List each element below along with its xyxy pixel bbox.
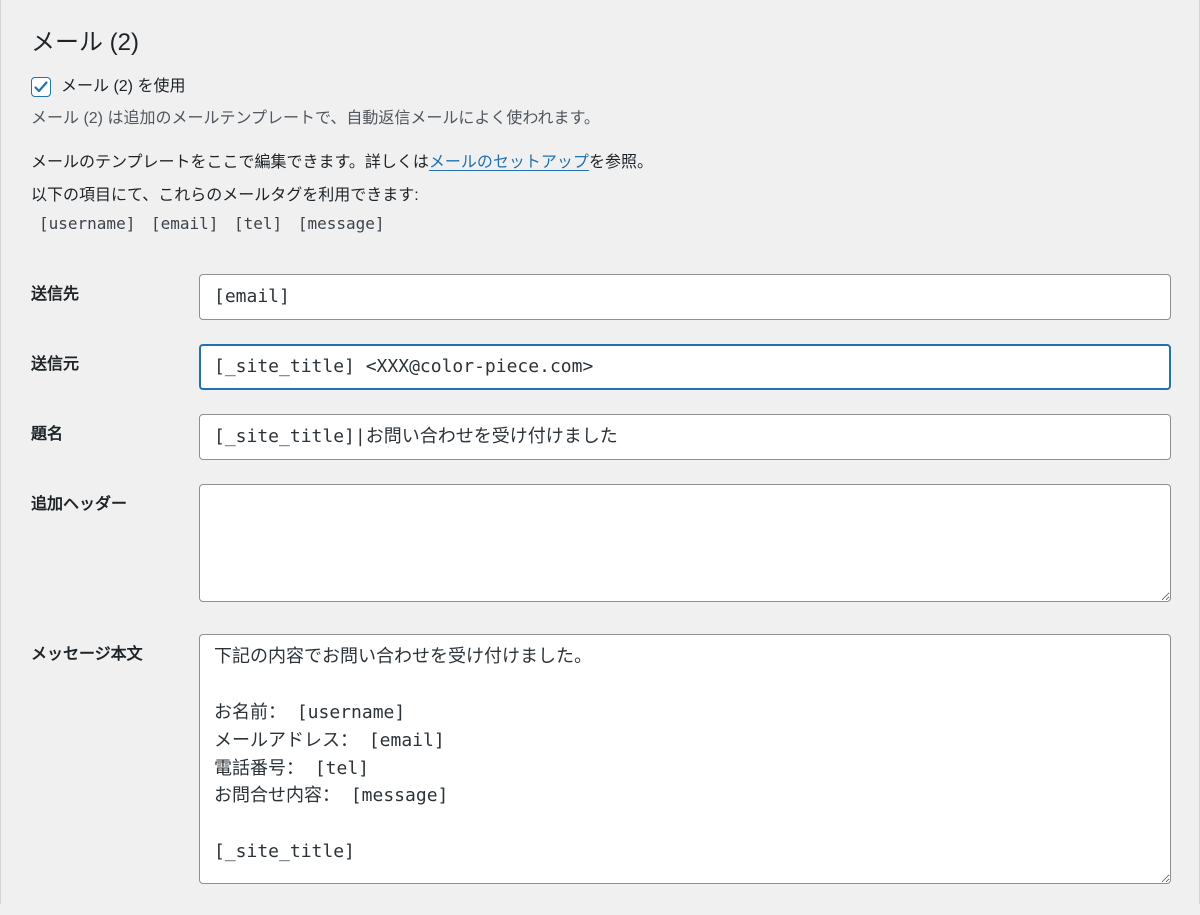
message-body-label: メッセージ本文 (31, 646, 143, 663)
section-title: メール (2) (19, 0, 1181, 70)
to-label: 送信先 (31, 286, 79, 303)
mail-setup-link[interactable]: メールのセットアップ (429, 154, 589, 171)
mail-2-panel: メール (2) メール (2) を使用 メール (2) は追加のメールテンプレー… (0, 0, 1200, 904)
use-mail-2-checkbox[interactable] (31, 77, 51, 97)
subject-input[interactable] (199, 414, 1171, 460)
mail-tags-list: [username] [email] [tel] [message] (19, 209, 1181, 245)
mail-2-description: メール (2) は追加のメールテンプレートで、自動返信メールによく使われます。 (19, 104, 1181, 134)
intro-after: を参照。 (589, 154, 653, 171)
message-body-textarea[interactable] (199, 634, 1171, 884)
mail-tags-note: 以下の項目にて、これらのメールタグを利用できます: (19, 177, 1181, 209)
from-label: 送信元 (31, 356, 79, 373)
additional-headers-label: 追加ヘッダー (31, 496, 127, 513)
intro-before: メールのテンプレートをここで編集できます。詳しくは (31, 154, 429, 171)
use-mail-2-label: メール (2) を使用 (61, 74, 185, 100)
to-input[interactable] (199, 274, 1171, 320)
use-mail-2-row: メール (2) を使用 (19, 70, 1181, 104)
additional-headers-textarea[interactable] (199, 484, 1171, 602)
mail-fields-table: 送信先 送信元 題名 追加ヘッダー メッセージ本文 (19, 262, 1181, 904)
template-intro: メールのテンプレートをここで編集できます。詳しくはメールのセットアップを参照。 (19, 134, 1181, 178)
check-icon (33, 79, 49, 95)
from-input[interactable] (199, 344, 1171, 390)
subject-label: 題名 (31, 426, 63, 443)
